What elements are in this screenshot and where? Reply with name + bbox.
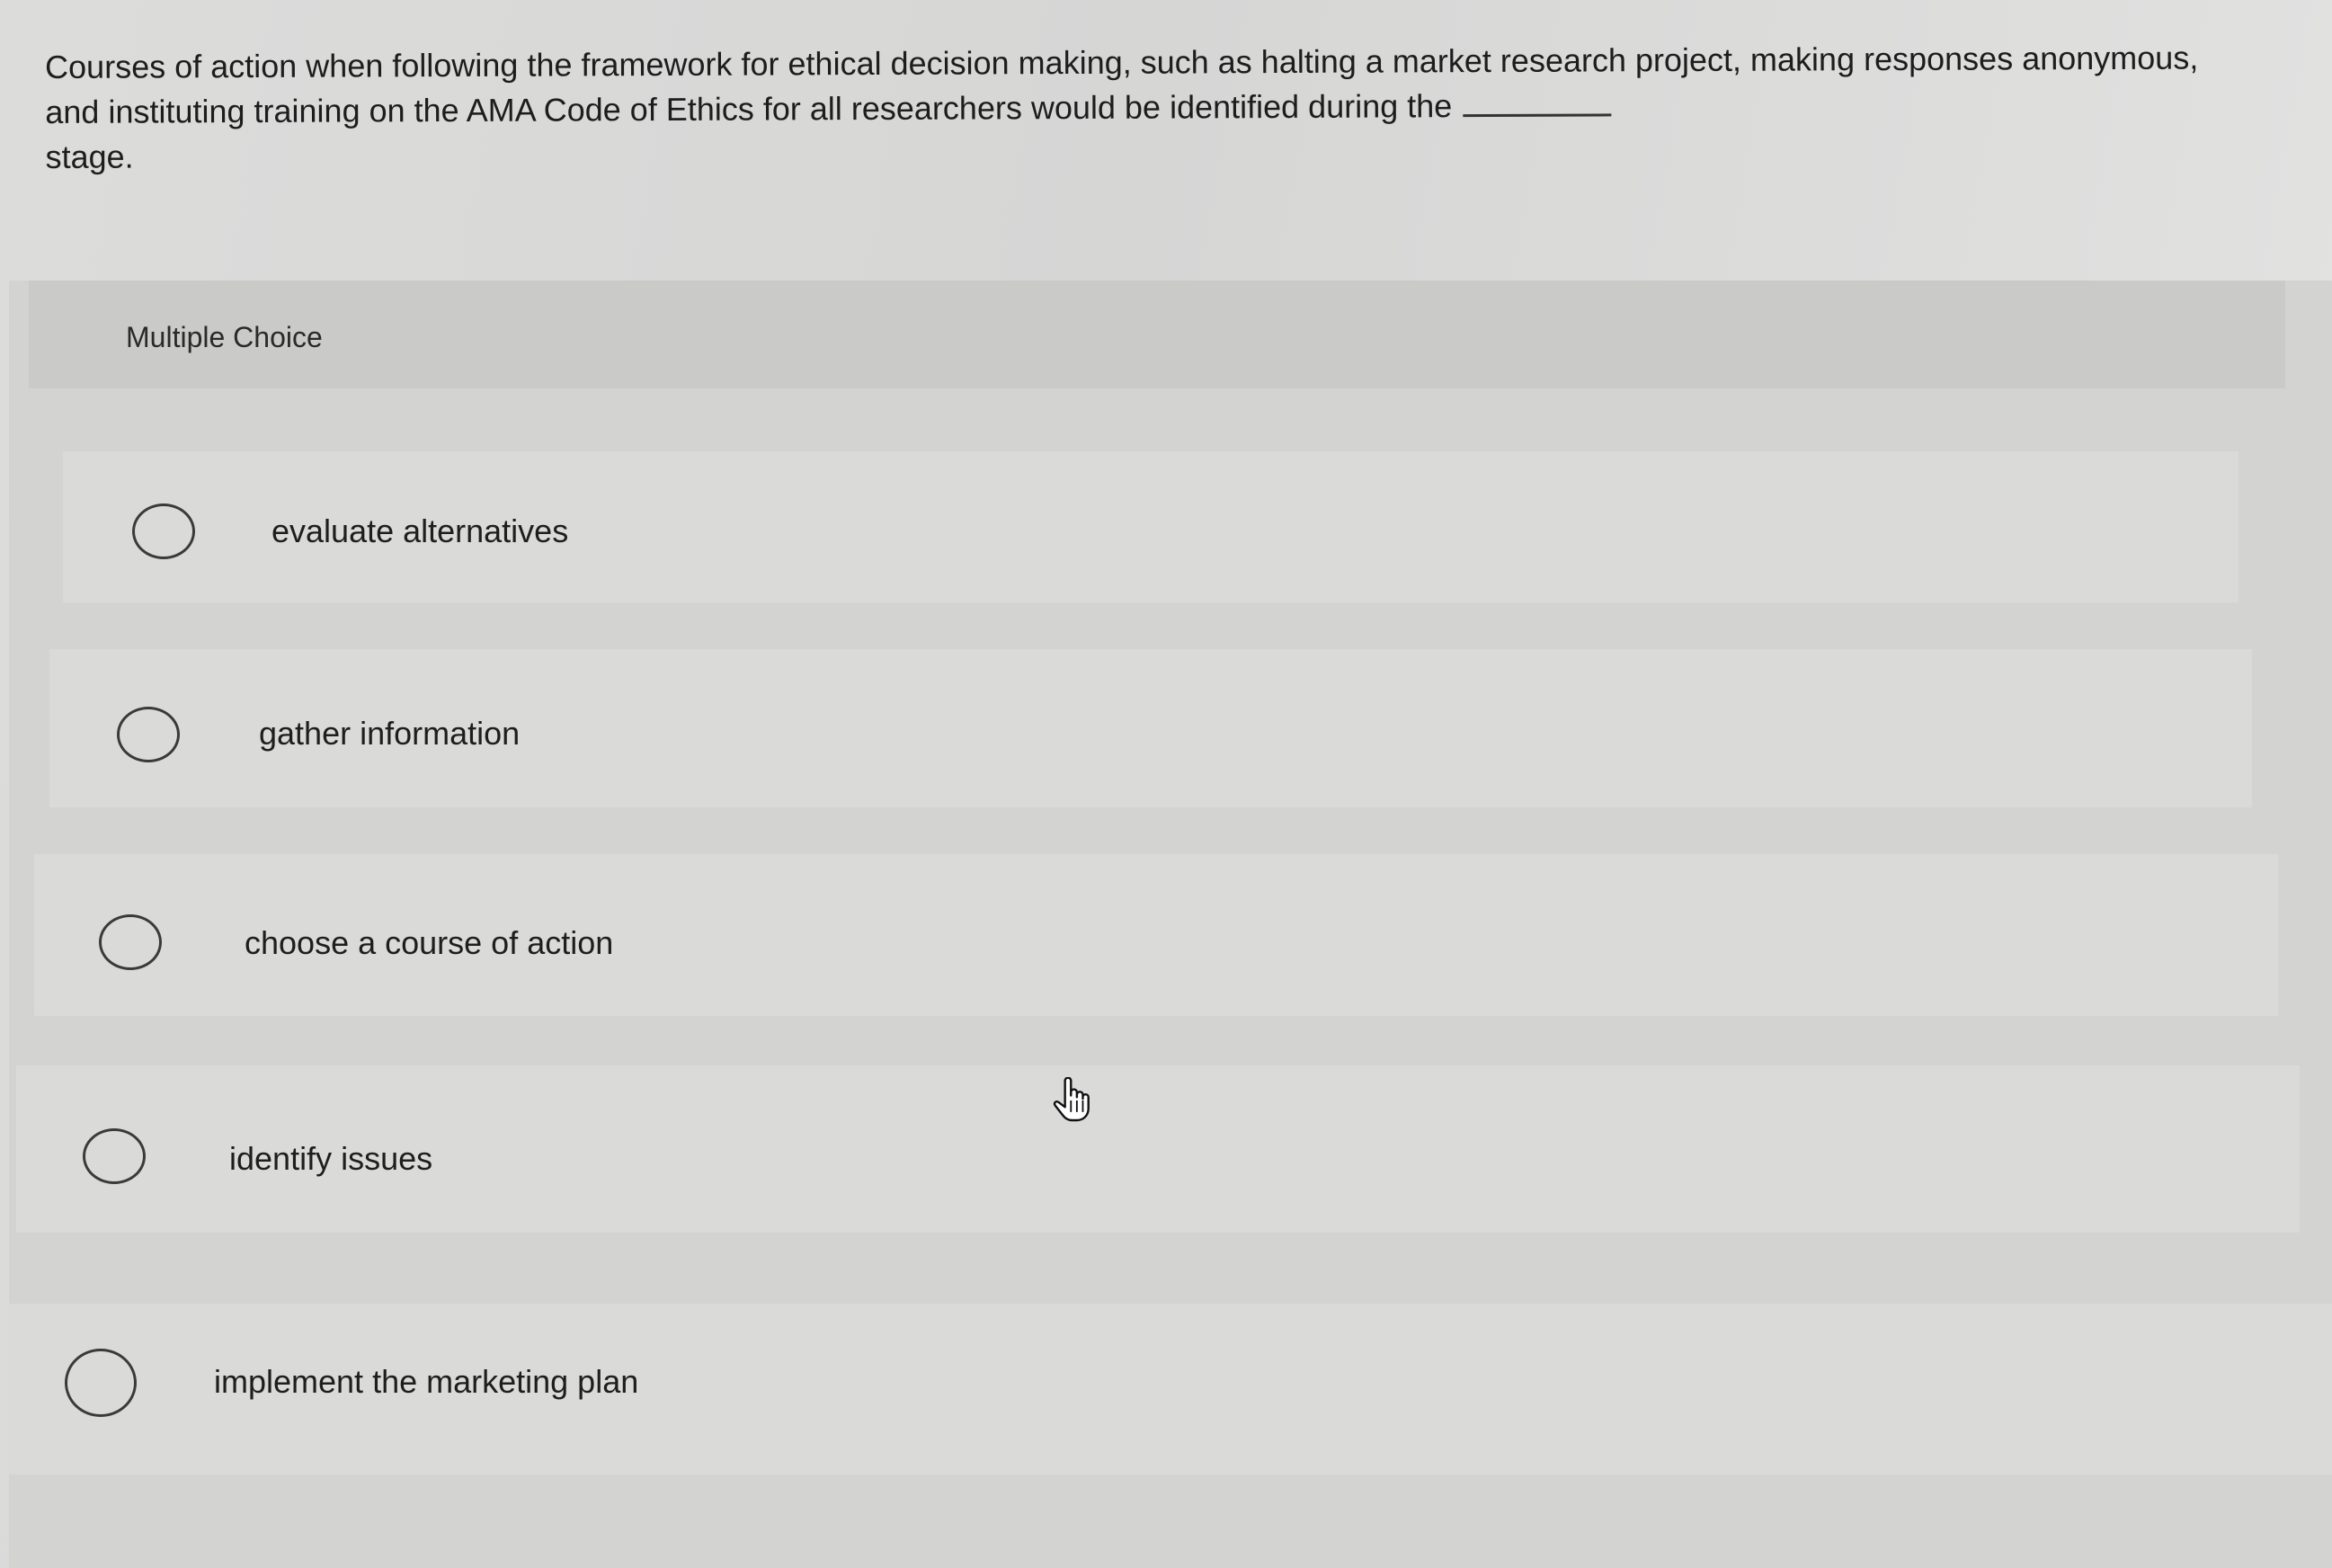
question-stem: Courses of action when following the fra… xyxy=(45,39,2199,130)
radio-button[interactable] xyxy=(65,1349,137,1417)
question-stem-end: stage. xyxy=(45,138,134,175)
radio-button[interactable] xyxy=(117,707,180,762)
question-text: Courses of action when following the fra… xyxy=(45,36,2203,180)
option-label: implement the marketing plan xyxy=(214,1363,639,1400)
radio-button[interactable] xyxy=(132,503,195,559)
radio-button[interactable] xyxy=(83,1128,146,1184)
multiple-choice-header xyxy=(29,281,2285,388)
hand-pointer-icon xyxy=(1053,1077,1090,1122)
option-label: choose a course of action xyxy=(245,924,614,961)
radio-button[interactable] xyxy=(99,914,162,970)
multiple-choice-label: Multiple Choice xyxy=(126,321,323,353)
option-label: gather information xyxy=(259,715,521,752)
option-label: identify issues xyxy=(229,1140,433,1177)
answer-blank xyxy=(1463,113,1612,118)
option-label: evaluate alternatives xyxy=(271,512,569,549)
